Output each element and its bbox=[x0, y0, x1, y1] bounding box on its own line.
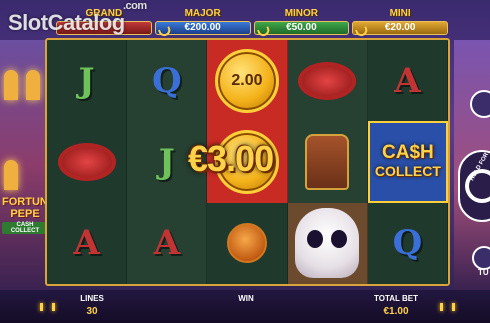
turbo-button[interactable] bbox=[472, 246, 490, 270]
lines-label: LINES bbox=[80, 294, 104, 303]
sombrero-icon bbox=[298, 61, 357, 100]
reel-cell: CA$H COLLECT bbox=[367, 121, 448, 203]
reel-cell bbox=[207, 202, 288, 284]
lines-value: 30 bbox=[86, 306, 98, 317]
game-logo: FORTUNA PEPE CASH COLLECT bbox=[2, 196, 56, 264]
watermark-text: SlotCatalog bbox=[8, 10, 125, 35]
symbol-j: J bbox=[158, 141, 175, 182]
logo-line-2: PEPE bbox=[10, 208, 40, 220]
symbol-a: A bbox=[394, 60, 421, 101]
win-amount-overlay: €3.00 bbox=[188, 138, 274, 179]
symbol-q: Q bbox=[392, 223, 423, 264]
reel-cell: A bbox=[368, 40, 448, 122]
cash-collect-line-2: COLLECT bbox=[374, 162, 441, 179]
reel-cell: Q bbox=[127, 40, 208, 122]
total-bet-value: €1.00 bbox=[383, 306, 409, 317]
reel-cell: J bbox=[47, 40, 128, 122]
jackpot-minor: MINOR €50.00 bbox=[253, 8, 350, 38]
spin-button[interactable]: HOLD FOR bbox=[458, 150, 490, 222]
reel-cell bbox=[287, 202, 368, 284]
skull-eye bbox=[331, 230, 348, 249]
symbol-a: A bbox=[153, 223, 180, 264]
jackpot-major: MAJOR €200.00 bbox=[154, 8, 251, 38]
total-bet-label: TOTAL BET bbox=[374, 294, 418, 303]
jackpot-name: MAJOR bbox=[184, 8, 221, 19]
cash-collect-line-1: CA$H bbox=[382, 141, 434, 163]
drink-icon bbox=[226, 223, 267, 264]
coin-symbol: 2.00 bbox=[214, 48, 279, 113]
candle-icon bbox=[440, 303, 443, 311]
lines-display: LINES 30 bbox=[72, 294, 112, 317]
coin-value: 2.00 bbox=[231, 71, 263, 89]
reel-cell bbox=[288, 121, 368, 203]
jackpot-name: MINI bbox=[389, 8, 411, 19]
skull-icon bbox=[295, 208, 360, 279]
watermark-suffix: .com bbox=[123, 0, 147, 12]
watermark: SlotCatalog .com bbox=[8, 0, 147, 36]
symbol-a: A bbox=[73, 223, 100, 264]
candle-icon bbox=[40, 303, 43, 311]
idol-icon bbox=[305, 133, 350, 190]
jackpot-name: MINOR bbox=[284, 8, 319, 19]
skull-eye bbox=[307, 230, 324, 249]
jackpot-mini: MINI €20.00 bbox=[352, 8, 448, 38]
lit-window bbox=[4, 160, 18, 190]
reel-cell bbox=[288, 40, 368, 122]
lit-window bbox=[26, 70, 40, 100]
turbo-label: TU bbox=[478, 268, 489, 277]
reel-cell: Q bbox=[368, 202, 448, 284]
autoplay-button[interactable] bbox=[470, 90, 490, 118]
reel-cell: A bbox=[127, 202, 208, 284]
candle-icon bbox=[452, 303, 455, 311]
symbol-q: Q bbox=[151, 60, 182, 101]
symbol-j: J bbox=[78, 60, 95, 101]
reel-cell bbox=[47, 121, 128, 203]
candle-icon bbox=[52, 303, 55, 311]
logo-line-3: CASH COLLECT bbox=[2, 222, 48, 234]
reel-cell: 2.00 bbox=[207, 40, 288, 122]
win-display: WIN bbox=[226, 294, 266, 306]
total-bet-display[interactable]: TOTAL BET €1.00 bbox=[366, 294, 426, 317]
logo-line-1: FORTUNA bbox=[2, 196, 56, 208]
win-label: WIN bbox=[238, 294, 254, 303]
sombrero-icon bbox=[57, 142, 116, 181]
cash-collect-symbol: CA$H COLLECT bbox=[374, 141, 441, 180]
lit-window bbox=[4, 70, 18, 100]
reel-cell: A bbox=[47, 202, 128, 284]
